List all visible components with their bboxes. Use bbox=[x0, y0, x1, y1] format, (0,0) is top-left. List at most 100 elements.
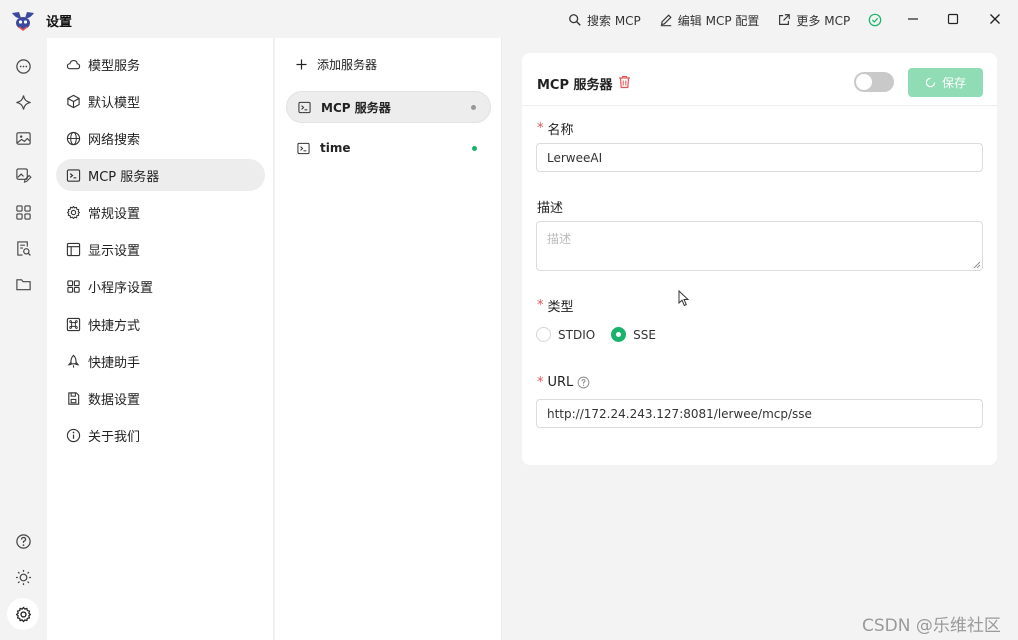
server-item-label: MCP 服务器 bbox=[321, 100, 391, 115]
menu-item-quick-assistant[interactable]: 快捷助手 bbox=[56, 345, 265, 377]
server-item-time[interactable]: time bbox=[286, 132, 491, 164]
menu-item-label: 模型服务 bbox=[88, 58, 141, 74]
chat-icon[interactable] bbox=[13, 56, 33, 76]
document-search-icon[interactable] bbox=[13, 238, 33, 258]
menu-item-label: MCP 服务器 bbox=[88, 169, 160, 185]
radio-sse-label: SSE bbox=[633, 327, 656, 342]
save-button[interactable]: 保存 bbox=[908, 68, 983, 97]
title-bar: 设置 搜索 MCP 编辑 MCP 配置 更多 MCP bbox=[0, 0, 1018, 38]
menu-item-label: 网络搜索 bbox=[88, 132, 141, 148]
name-input[interactable]: LerweeAI bbox=[536, 143, 983, 172]
menu-item-general-settings[interactable]: 常规设置 bbox=[56, 196, 265, 228]
menu-item-label: 快捷助手 bbox=[88, 355, 141, 371]
rocket-icon bbox=[67, 354, 80, 368]
cloud-icon bbox=[66, 59, 81, 69]
menu-item-label: 关于我们 bbox=[88, 429, 141, 445]
server-item-label: time bbox=[320, 141, 351, 155]
terminal-icon bbox=[298, 101, 311, 113]
folder-icon[interactable] bbox=[13, 274, 33, 294]
apps-grid-icon[interactable] bbox=[13, 202, 33, 222]
minimize-button[interactable] bbox=[903, 9, 923, 29]
menu-item-data-settings[interactable]: 数据设置 bbox=[56, 382, 265, 414]
image-edit-icon[interactable] bbox=[13, 165, 33, 185]
menu-item-shortcuts[interactable]: 快捷方式 bbox=[56, 308, 265, 340]
required-marker: * bbox=[537, 298, 544, 313]
required-marker: * bbox=[537, 375, 544, 390]
radio-stdio-label: STDIO bbox=[558, 327, 596, 342]
brightness-icon[interactable] bbox=[13, 567, 33, 587]
sparkle-icon[interactable] bbox=[13, 92, 33, 112]
url-label: * URL bbox=[537, 375, 590, 390]
description-textarea[interactable]: 描述 bbox=[536, 221, 983, 271]
radio-stdio[interactable]: STDIO bbox=[536, 327, 595, 342]
close-button[interactable] bbox=[985, 9, 1005, 29]
terminal-icon bbox=[297, 142, 310, 154]
type-label-text: 类型 bbox=[547, 300, 574, 315]
menu-item-default-model[interactable]: 默认模型 bbox=[56, 85, 265, 117]
menu-item-mcp-servers[interactable]: MCP 服务器 bbox=[56, 159, 265, 191]
help-icon[interactable] bbox=[13, 531, 33, 551]
menu-item-label: 常规设置 bbox=[88, 206, 141, 222]
radio-circle-checked bbox=[611, 327, 627, 342]
icon-rail bbox=[0, 38, 47, 640]
description-label-text: 描述 bbox=[537, 201, 564, 216]
mouse-cursor-icon bbox=[678, 290, 690, 307]
command-icon bbox=[66, 317, 81, 331]
watermark-text: CSDN @乐维社区 bbox=[862, 616, 1001, 636]
loading-spinner-icon bbox=[925, 77, 936, 88]
name-input-value: LerweeAI bbox=[547, 150, 603, 165]
name-label-text: 名称 bbox=[547, 123, 574, 138]
menu-item-label: 默认模型 bbox=[88, 95, 141, 111]
url-input[interactable]: http://172.24.243.127:8081/lerwee/mcp/ss… bbox=[536, 399, 983, 428]
edit-mcp-config-button[interactable]: 编辑 MCP 配置 bbox=[659, 12, 760, 29]
close-icon bbox=[990, 14, 1000, 24]
title-actions: 搜索 MCP 编辑 MCP 配置 更多 MCP bbox=[568, 10, 882, 30]
menu-item-label: 快捷方式 bbox=[88, 318, 141, 334]
detail-header: MCP 服务器 保存 bbox=[522, 53, 997, 106]
search-mcp-label: 搜索 MCP bbox=[587, 13, 641, 28]
menu-item-web-search[interactable]: 网络搜索 bbox=[56, 122, 265, 154]
type-radio-group: STDIO SSE bbox=[536, 327, 672, 342]
name-label: * 名称 bbox=[537, 119, 574, 138]
add-server-label: 添加服务器 bbox=[317, 58, 378, 72]
url-input-value: http://172.24.243.127:8081/lerwee/mcp/ss… bbox=[547, 406, 812, 421]
question-circle-icon bbox=[577, 376, 590, 389]
server-item-mcp[interactable]: MCP 服务器 bbox=[286, 91, 491, 123]
terminal-icon bbox=[66, 168, 81, 182]
edit-icon bbox=[659, 13, 673, 27]
url-label-text: URL bbox=[547, 375, 574, 390]
menu-item-miniapp-settings[interactable]: 小程序设置 bbox=[56, 270, 265, 302]
globe-icon bbox=[66, 131, 81, 145]
add-server-button[interactable]: 添加服务器 bbox=[296, 56, 377, 73]
menu-item-display-settings[interactable]: 显示设置 bbox=[56, 233, 265, 265]
menu-item-label: 小程序设置 bbox=[88, 280, 154, 296]
resize-grip-icon bbox=[973, 261, 980, 268]
radio-sse[interactable]: SSE bbox=[611, 327, 656, 342]
search-icon bbox=[568, 13, 582, 27]
menu-item-about[interactable]: 关于我们 bbox=[56, 419, 265, 451]
grid-icon bbox=[67, 279, 80, 293]
delete-icon[interactable] bbox=[618, 75, 631, 89]
description-label: 描述 bbox=[537, 197, 563, 216]
maximize-button[interactable] bbox=[943, 9, 963, 29]
more-mcp-button[interactable]: 更多 MCP bbox=[777, 12, 850, 29]
search-mcp-button[interactable]: 搜索 MCP bbox=[568, 12, 641, 29]
status-dot bbox=[471, 104, 476, 110]
save-label: 保存 bbox=[941, 76, 966, 90]
external-link-icon bbox=[777, 13, 791, 27]
app-logo bbox=[10, 9, 36, 31]
server-title: MCP 服务器 bbox=[537, 78, 613, 93]
minimize-icon bbox=[908, 18, 918, 20]
more-mcp-label: 更多 MCP bbox=[796, 13, 851, 28]
status-dot bbox=[472, 145, 477, 151]
maximize-icon bbox=[947, 13, 959, 25]
edit-mcp-config-label: 编辑 MCP 配置 bbox=[677, 13, 760, 28]
image-icon[interactable] bbox=[13, 128, 33, 148]
menu-item-model-service[interactable]: 模型服务 bbox=[56, 48, 265, 80]
settings-icon[interactable] bbox=[13, 604, 33, 624]
menu-item-label: 数据设置 bbox=[88, 392, 141, 408]
enable-toggle[interactable] bbox=[854, 72, 894, 92]
toggle-knob bbox=[856, 74, 872, 90]
gear-icon bbox=[66, 205, 81, 219]
layout-icon bbox=[66, 242, 81, 256]
